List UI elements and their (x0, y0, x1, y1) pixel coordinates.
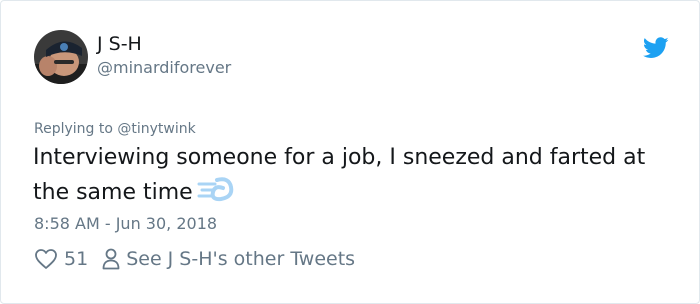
tweet-actions: 51 See J S-H's other Tweets (34, 248, 355, 270)
see-other-tweets-label: See J S-H's other Tweets (126, 248, 356, 270)
tweet-card: J S-H @minardiforever Replying to @tinyt… (0, 0, 700, 304)
reply-context: Replying to @tinytwink (34, 121, 196, 137)
person-icon (102, 248, 120, 270)
tweet-text-block: Interviewing someone for a job, I sneeze… (33, 141, 683, 210)
see-other-tweets-link[interactable]: See J S-H's other Tweets (88, 248, 355, 270)
reply-mention-link[interactable]: @tinytwink (117, 121, 195, 137)
reply-prefix: Replying to (34, 121, 113, 137)
display-name[interactable]: J S-H (97, 32, 231, 56)
tweet-text: Interviewing someone for a job, I sneeze… (33, 145, 646, 205)
tweet-timestamp[interactable]: 8:58 AM - Jun 30, 2018 (34, 214, 217, 233)
dash-emoji-icon (197, 175, 235, 205)
like-button[interactable]: 51 (34, 248, 88, 270)
like-count: 51 (64, 248, 89, 270)
user-info: J S-H @minardiforever (97, 32, 231, 78)
heart-icon (35, 249, 57, 269)
avatar[interactable] (34, 30, 88, 84)
user-handle[interactable]: @minardiforever (97, 58, 231, 78)
twitter-bird-icon[interactable] (642, 37, 669, 59)
